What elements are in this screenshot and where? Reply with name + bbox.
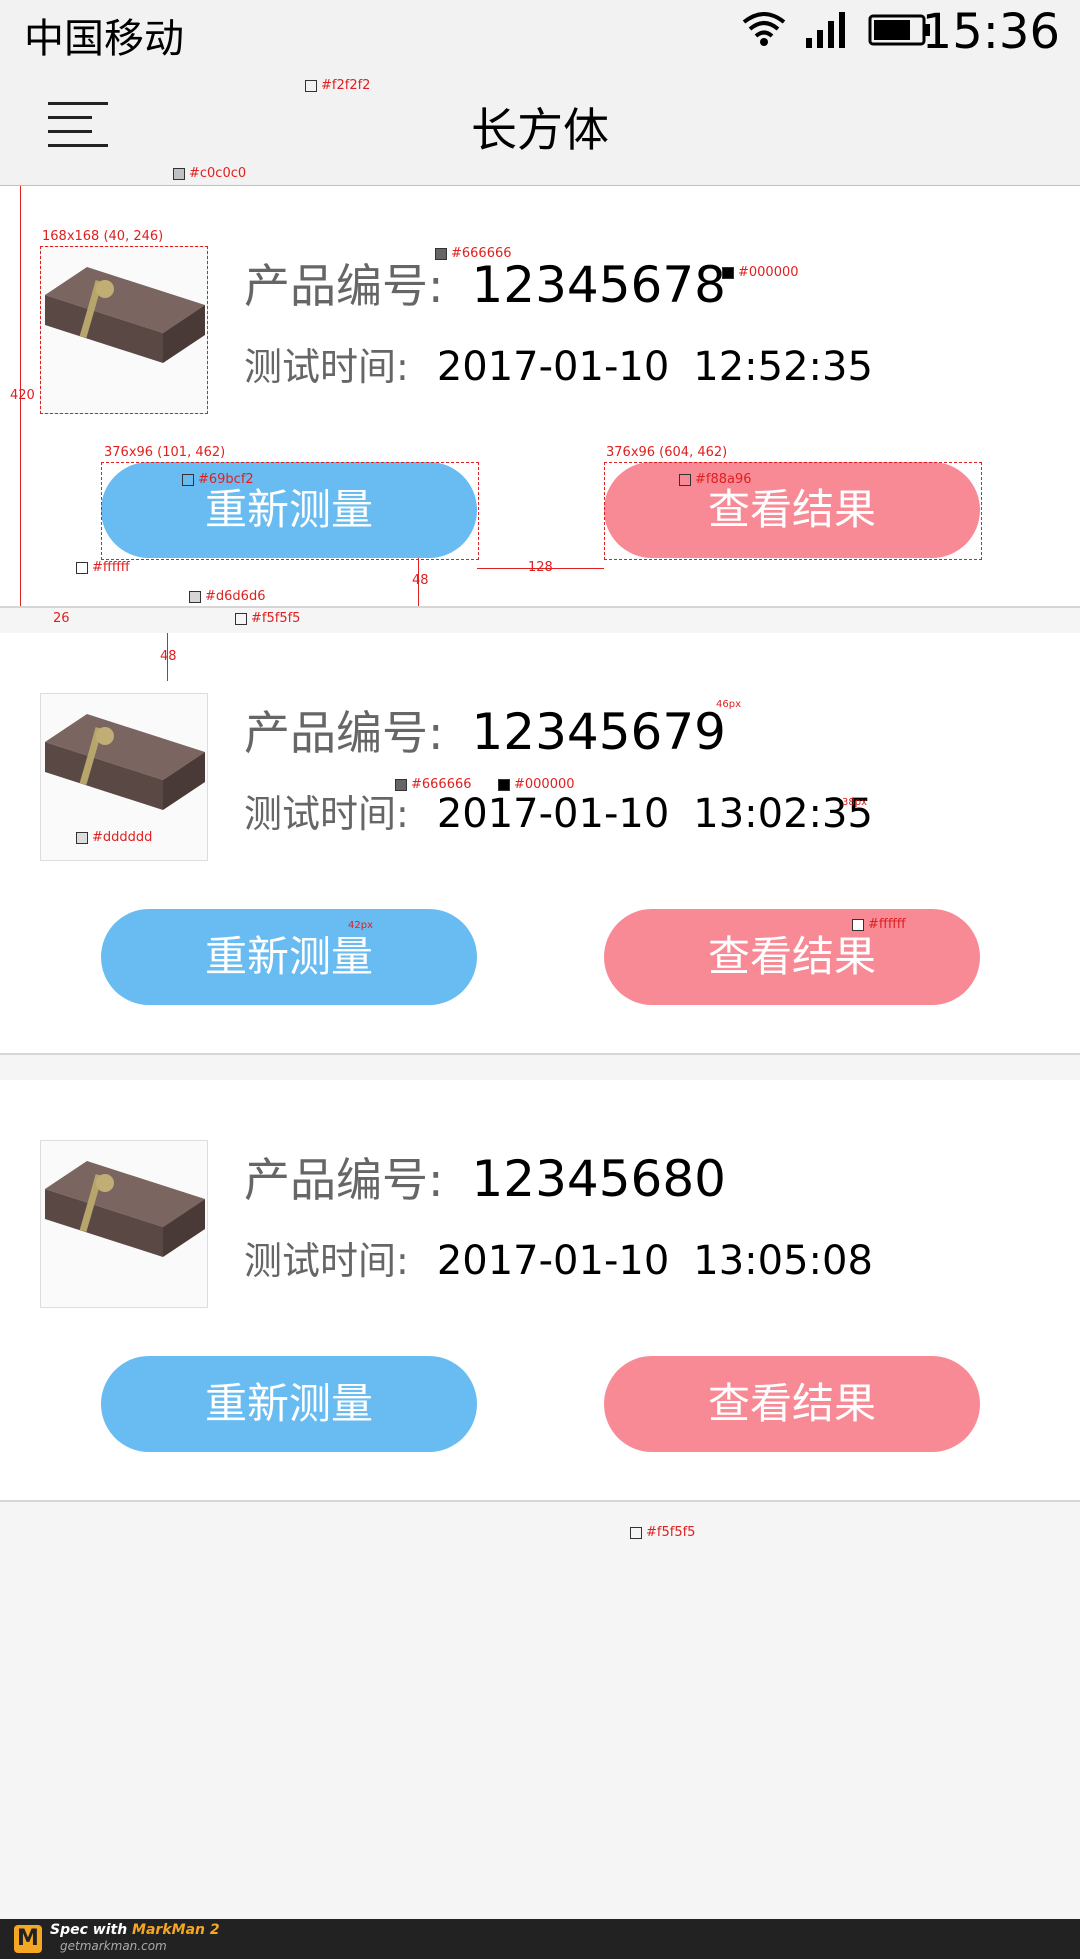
annotation-label: 376x96 (101, 462) xyxy=(104,445,226,460)
test-time-label: 测试时间: xyxy=(244,792,409,836)
annotation-label: 46px xyxy=(716,699,741,710)
record-card: 产品编号: 12345679 测试时间: 2017-01-10 13:02:35 重新… xyxy=(0,633,1080,1055)
annotation-label: #dddddd xyxy=(76,830,152,845)
product-number-label: 产品编号: xyxy=(244,259,444,313)
test-date-value: 2017-01-10 xyxy=(436,1238,670,1284)
product-number-row: 产品编号: 12345680 xyxy=(244,1144,726,1210)
carrier-name: 中国移动 xyxy=(24,16,184,62)
test-time-value: 13:05:08 xyxy=(693,1238,873,1284)
annotation-label: #f2f2f2 xyxy=(305,78,370,93)
test-time-label: 测试时间: xyxy=(244,345,409,389)
annotation-label: 38px xyxy=(842,797,867,808)
annotation-box xyxy=(604,462,982,560)
signal-icon xyxy=(806,12,845,48)
test-time-value: 12:52:35 xyxy=(693,344,873,390)
annotation-label: 420 xyxy=(10,388,35,403)
annotation-label: #f5f5f5 xyxy=(235,611,300,626)
markman-footer: M Spec with MarkMan 2 getmarkman.com xyxy=(0,1919,1080,1959)
annotation-label: 128 xyxy=(528,560,553,575)
annotation-label: #ffffff xyxy=(76,560,130,575)
annotation-label: 168x168 (40, 246) xyxy=(42,229,164,244)
page-title: 长方体 xyxy=(471,103,609,157)
annotation-box xyxy=(40,246,208,414)
test-time-row: 测试时间: 2017-01-10 12:52:35 xyxy=(244,336,873,391)
test-date-value: 2017-01-10 xyxy=(436,344,670,390)
annotation-label: #000000 xyxy=(722,265,799,280)
wifi-icon xyxy=(742,12,786,46)
markman-logo-icon: M xyxy=(14,1925,42,1953)
status-time: 15:36 xyxy=(921,4,1060,60)
annotation-label: #c0c0c0 xyxy=(173,166,246,181)
remeasure-button[interactable]: 重新测量 xyxy=(101,909,477,1005)
remeasure-button[interactable]: 重新测量 xyxy=(101,1356,477,1452)
product-number-value: 12345680 xyxy=(471,1150,727,1208)
product-number-row: 产品编号: 12345679 xyxy=(244,697,726,763)
annotation-label: 48 xyxy=(412,573,429,588)
test-time-row: 测试时间: 2017-01-10 13:05:08 xyxy=(244,1230,873,1285)
annotation-label: #000000 xyxy=(498,777,575,792)
annotation-label: #f88a96 xyxy=(679,472,752,487)
view-result-button[interactable]: 查看结果 xyxy=(604,909,980,1005)
annotation-label: #d6d6d6 xyxy=(189,589,265,604)
annotation-label: 42px xyxy=(348,920,373,931)
annotation-label: #ffffff xyxy=(852,917,906,932)
test-time-label: 测试时间: xyxy=(244,1239,409,1283)
record-card: 产品编号: 12345680 测试时间: 2017-01-10 13:05:08 重新… xyxy=(0,1080,1080,1502)
nav-bar: 长方体 xyxy=(0,60,1080,187)
annotation-box xyxy=(101,462,479,560)
footer-site: getmarkman.com xyxy=(60,1939,167,1953)
annotation-label: #69bcf2 xyxy=(182,472,254,487)
annotation-label: 376x96 (604, 462) xyxy=(606,445,728,460)
product-thumbnail xyxy=(40,1140,208,1308)
annotation-label: 26 xyxy=(53,611,70,626)
footer-title: Spec with MarkMan 2 xyxy=(50,1922,220,1938)
annotation-label: #f5f5f5 xyxy=(630,1525,695,1540)
product-number-value: 12345679 xyxy=(471,703,727,761)
annotation-label: #666666 xyxy=(395,777,472,792)
test-date-value: 2017-01-10 xyxy=(436,791,670,837)
box-image-icon xyxy=(45,1161,205,1257)
view-result-button[interactable]: 查看结果 xyxy=(604,1356,980,1452)
annotation-label: #666666 xyxy=(435,246,512,261)
annotation-label: 48 xyxy=(160,649,177,664)
product-number-value: 12345678 xyxy=(471,256,727,314)
product-number-label: 产品编号: xyxy=(244,706,444,760)
status-bar: 中国移动 15:36 xyxy=(0,0,1080,62)
product-number-label: 产品编号: xyxy=(244,1153,444,1207)
